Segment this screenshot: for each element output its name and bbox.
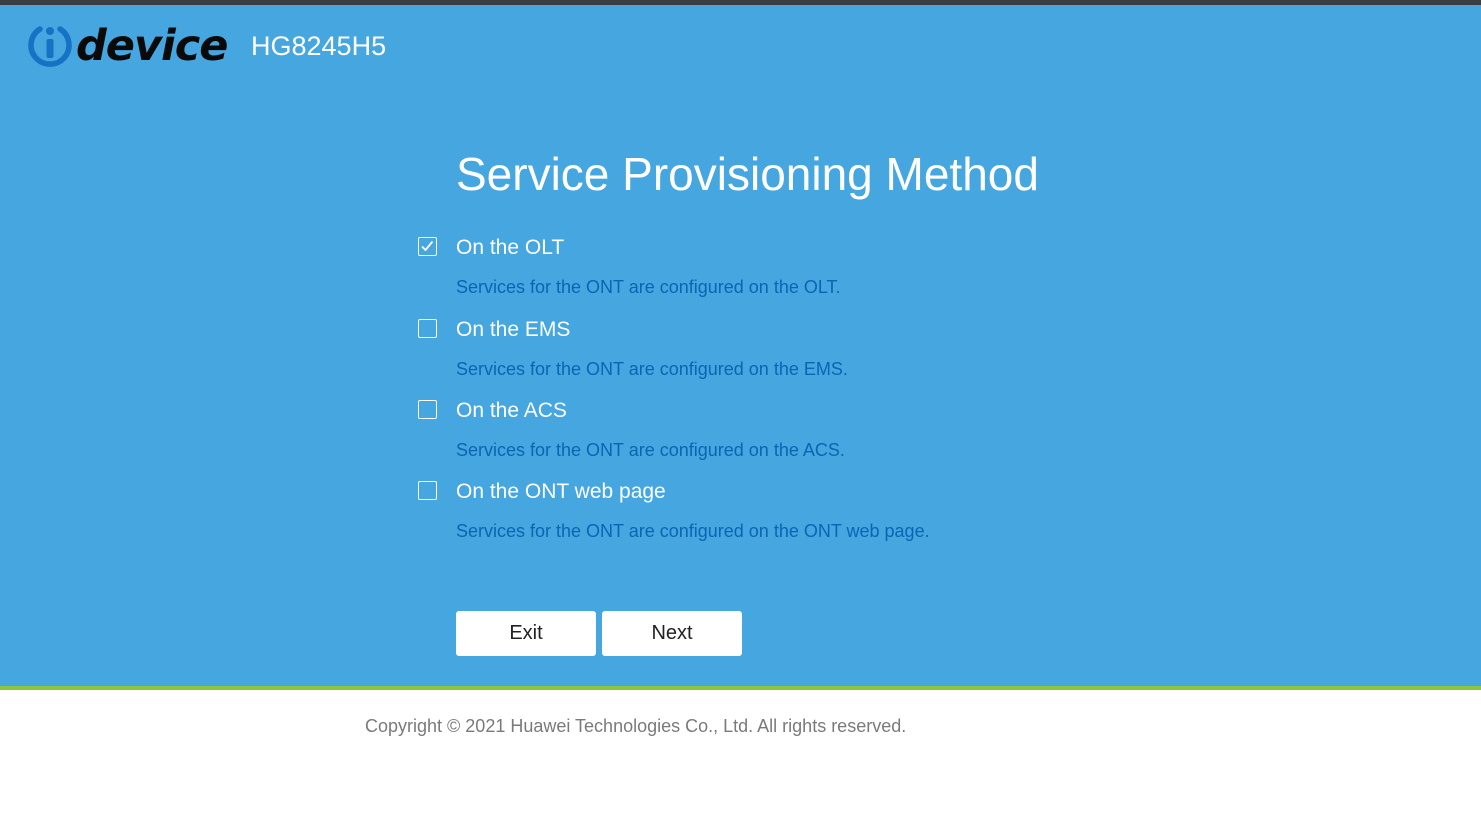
accent-divider xyxy=(0,686,1481,690)
checkbox-olt[interactable] xyxy=(418,237,437,256)
option-description: Services for the ONT are configured on t… xyxy=(456,359,848,379)
next-button[interactable]: Next xyxy=(602,611,742,656)
power-i-icon xyxy=(26,20,74,73)
option-label[interactable]: On the ACS xyxy=(456,398,567,423)
brand-logo: device xyxy=(26,20,228,73)
page-title: Service Provisioning Method xyxy=(456,148,1039,200)
checkbox-ems[interactable] xyxy=(418,319,437,338)
exit-button[interactable]: Exit xyxy=(456,611,596,656)
option-label[interactable]: On the ONT web page xyxy=(456,479,666,504)
option-description: Services for the ONT are configured on t… xyxy=(456,440,845,460)
checkbox-acs[interactable] xyxy=(418,400,437,419)
copyright-text: Copyright © 2021 Huawei Technologies Co.… xyxy=(365,716,907,736)
main-panel xyxy=(0,5,1481,686)
option-description: Services for the ONT are configured on t… xyxy=(456,521,930,541)
checkbox-ont-web-page[interactable] xyxy=(418,481,437,500)
device-model: HG8245H5 xyxy=(251,31,387,61)
option-description: Services for the ONT are configured on t… xyxy=(456,277,841,297)
brand-name: device xyxy=(76,20,228,71)
option-label[interactable]: On the OLT xyxy=(456,235,564,260)
option-label[interactable]: On the EMS xyxy=(456,317,570,342)
checkmark-icon xyxy=(421,240,434,252)
